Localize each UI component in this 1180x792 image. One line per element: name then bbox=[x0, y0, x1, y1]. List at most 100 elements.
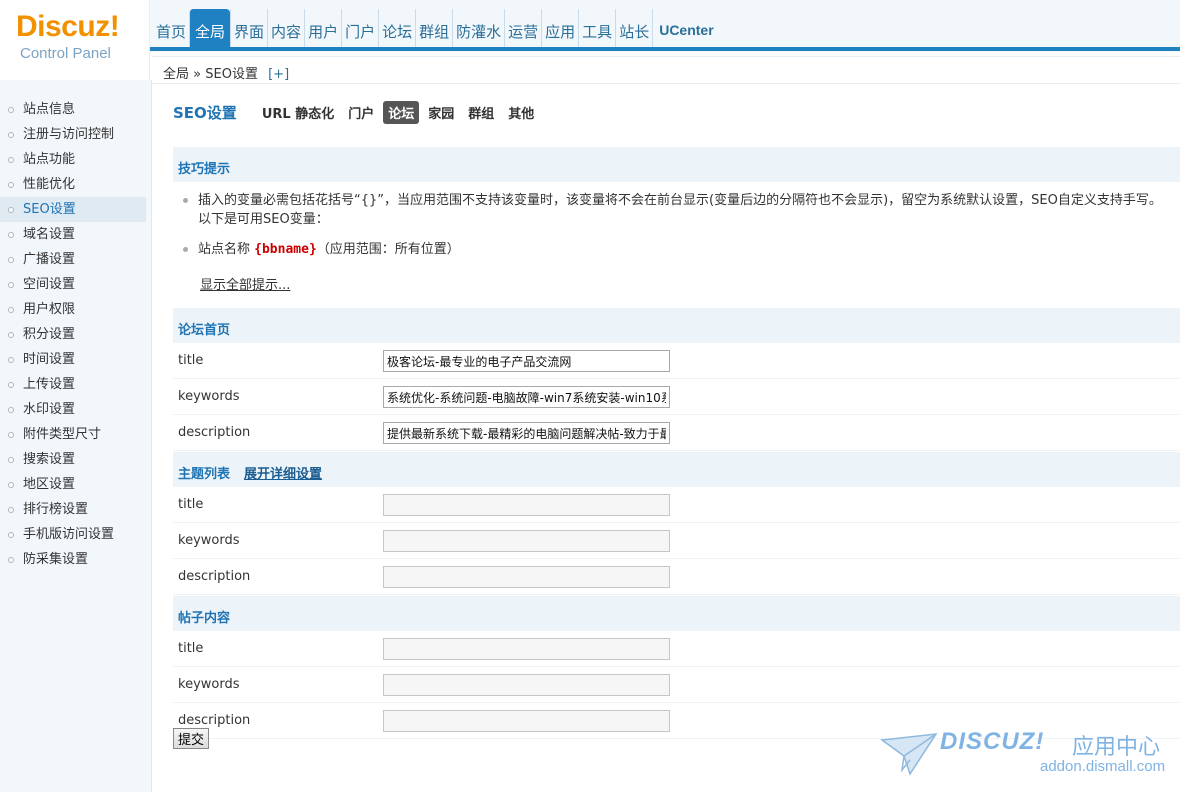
top-nav-item[interactable]: UCenter bbox=[652, 9, 716, 49]
top-nav-item[interactable]: 全局 bbox=[189, 9, 231, 49]
breadcrumb-separator: » bbox=[193, 67, 202, 82]
sidebar-item-label: 用户权限 bbox=[23, 302, 76, 317]
sidebar-menu: 站点信息注册与访问控制站点功能性能优化 SEO设置域名设置 广播设置 空间设置用户权限… bbox=[0, 97, 151, 572]
sidebar-item[interactable]: 站点信息 bbox=[0, 97, 146, 122]
field-label: keywords bbox=[178, 389, 240, 404]
bullet-icon bbox=[8, 507, 14, 513]
expand-settings-link[interactable]: 展开详细设置 bbox=[244, 467, 322, 482]
var-label: 站点名称 bbox=[198, 242, 251, 257]
sidebar: 站点信息注册与访问控制站点功能性能优化 SEO设置域名设置 广播设置 空间设置用户权限… bbox=[0, 80, 152, 792]
sidebar-item[interactable]: 上传设置 bbox=[0, 372, 146, 397]
sidebar-item[interactable]: 防采集设置 bbox=[0, 547, 146, 572]
sidebar-item-label: 防采集设置 bbox=[23, 552, 89, 567]
title-input[interactable] bbox=[383, 638, 670, 660]
top-nav: 首页 全局 界面 内容 用户 门户 论坛 群组 防灌水 运营 应用 工具 站长 UCenter bbox=[153, 9, 717, 49]
page-title: SEO设置 bbox=[173, 103, 237, 122]
sidebar-item[interactable]: 时间设置 bbox=[0, 347, 146, 372]
form-row: keywords bbox=[173, 523, 1180, 559]
top-nav-item[interactable]: 首页 bbox=[153, 9, 189, 49]
seo-sections: 论坛首页 title keywords description 主题列表展开详细设置 ti… bbox=[173, 307, 1180, 739]
sidebar-item-label: 注册与访问控制 bbox=[23, 127, 115, 142]
sidebar-item[interactable]: 搜索设置 bbox=[0, 447, 146, 472]
bullet-icon bbox=[8, 132, 14, 138]
top-nav-item[interactable]: 工具 bbox=[578, 9, 615, 49]
sub-nav-tab[interactable]: 其他 bbox=[503, 101, 539, 124]
description-input[interactable] bbox=[383, 710, 670, 732]
sidebar-item[interactable]: 水印设置 bbox=[0, 397, 146, 422]
title-input[interactable] bbox=[383, 350, 670, 372]
field-label: title bbox=[178, 641, 204, 656]
sidebar-item[interactable]: 积分设置 bbox=[0, 322, 146, 347]
top-nav-item[interactable]: 站长 bbox=[615, 9, 652, 49]
sidebar-item-label: 地区设置 bbox=[23, 477, 76, 492]
watermark-url: addon.dismall.com bbox=[1040, 758, 1166, 775]
bullet-icon bbox=[8, 282, 14, 288]
breadcrumb-current: SEO设置 bbox=[205, 67, 258, 82]
bullet-icon bbox=[8, 432, 14, 438]
sidebar-item[interactable]: 手机版访问设置 bbox=[0, 522, 146, 547]
sidebar-item-label: 性能优化 bbox=[23, 177, 76, 192]
sidebar-item-label: 排行榜设置 bbox=[23, 502, 89, 517]
bullet-icon bbox=[8, 157, 14, 163]
sidebar-item[interactable]: 注册与访问控制 bbox=[0, 122, 146, 147]
sub-nav-tab[interactable]: 门户 bbox=[343, 101, 379, 124]
sidebar-item[interactable]: 排行榜设置 bbox=[0, 497, 146, 522]
sidebar-item-label: 水印设置 bbox=[23, 402, 76, 417]
description-input[interactable] bbox=[383, 566, 670, 588]
tip-item-variable: 站点名称 {bbname}（应用范围：所有位置） bbox=[181, 240, 1180, 259]
sidebar-item[interactable]: 地区设置 bbox=[0, 472, 146, 497]
sidebar-item-label: 上传设置 bbox=[23, 377, 76, 392]
sidebar-item-label: 搜索设置 bbox=[23, 452, 76, 467]
form-row: description bbox=[173, 559, 1180, 595]
var-name: {bbname} bbox=[254, 242, 317, 257]
logo[interactable]: Discuz! Control Panel bbox=[0, 0, 150, 80]
section-header: 帖子内容 bbox=[173, 595, 1180, 631]
sub-nav-tab[interactable]: 家园 bbox=[423, 101, 459, 124]
bullet-icon bbox=[8, 532, 14, 538]
sidebar-item-label: 手机版访问设置 bbox=[23, 527, 115, 542]
sidebar-item[interactable]: 附件类型尺寸 bbox=[0, 422, 146, 447]
add-shortcut-button[interactable]: [+] bbox=[268, 67, 289, 82]
field-label: description bbox=[178, 425, 251, 440]
top-nav-item[interactable]: 应用 bbox=[541, 9, 578, 49]
sidebar-item[interactable]: 站点功能 bbox=[0, 147, 146, 172]
breadcrumb-root[interactable]: 全局 bbox=[163, 67, 189, 82]
top-nav-item[interactable]: 内容 bbox=[267, 9, 304, 49]
sub-nav-tab[interactable]: URL 静态化 bbox=[257, 101, 339, 124]
sidebar-item-label: SEO设置 bbox=[23, 202, 76, 217]
top-nav-item[interactable]: 防灌水 bbox=[452, 9, 504, 49]
form-row: title bbox=[173, 343, 1180, 379]
section-title: 帖子内容 bbox=[178, 611, 231, 626]
sub-nav-tab[interactable]: 论坛 bbox=[383, 100, 420, 124]
show-all-tips-link[interactable]: 显示全部提示... bbox=[200, 274, 290, 293]
top-nav-item[interactable]: 运营 bbox=[504, 9, 541, 49]
description-input[interactable] bbox=[383, 422, 670, 444]
sidebar-item[interactable]: SEO设置 bbox=[0, 197, 146, 222]
field-label: keywords bbox=[178, 677, 240, 692]
top-nav-item[interactable]: 门户 bbox=[341, 9, 378, 49]
sub-nav-tab[interactable]: 群组 bbox=[463, 101, 499, 124]
sidebar-item[interactable]: 广播设置 bbox=[0, 247, 146, 272]
sidebar-item-label: 站点信息 bbox=[23, 102, 76, 117]
title-input[interactable] bbox=[383, 494, 670, 516]
sidebar-item[interactable]: 性能优化 bbox=[0, 172, 146, 197]
top-nav-item[interactable]: 论坛 bbox=[378, 9, 415, 49]
keywords-input[interactable] bbox=[383, 674, 670, 696]
top-nav-item[interactable]: 群组 bbox=[415, 9, 452, 49]
sidebar-item[interactable]: 空间设置 bbox=[0, 272, 146, 297]
sidebar-item[interactable]: 域名设置 bbox=[0, 222, 146, 247]
keywords-input[interactable] bbox=[383, 530, 670, 552]
header: Discuz! Control Panel 首页 全局 界面 内容 用户 门户 论坛 群组 防灌… bbox=[0, 0, 1180, 80]
bullet-icon bbox=[8, 457, 14, 463]
form-row: keywords bbox=[173, 667, 1180, 703]
keywords-input[interactable] bbox=[383, 386, 670, 408]
top-nav-item[interactable]: 界面 bbox=[230, 9, 267, 49]
tips-header: 技巧提示 bbox=[173, 146, 1180, 182]
section-header: 论坛首页 bbox=[173, 307, 1180, 343]
top-nav-item[interactable]: 用户 bbox=[304, 9, 341, 49]
form-row: title bbox=[173, 487, 1180, 523]
sidebar-item[interactable]: 用户权限 bbox=[0, 297, 146, 322]
submit-button[interactable]: 提交 bbox=[173, 728, 210, 749]
logo-brand: Discuz bbox=[16, 10, 110, 43]
field-label: keywords bbox=[178, 533, 240, 548]
